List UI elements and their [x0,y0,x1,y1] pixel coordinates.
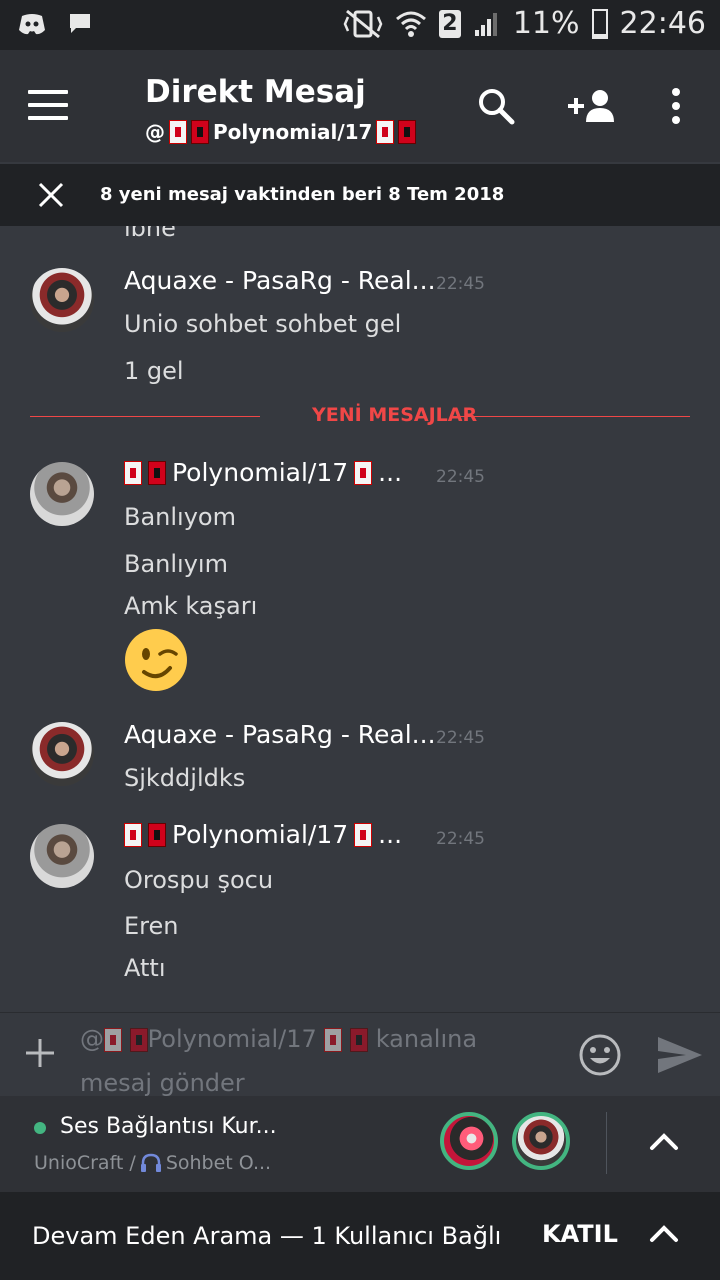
join-call-button[interactable]: KATIL [542,1220,618,1248]
send-icon[interactable] [656,1033,704,1077]
divider-label: YENİ MESAJLAR [312,404,478,426]
message-input[interactable]: @ Polynomial/17 kanalına mesaj gönder [80,1017,550,1105]
participant-avatar[interactable] [440,1112,498,1170]
divider [606,1112,607,1174]
more-icon[interactable] [656,86,696,126]
emoji-icon[interactable] [578,1033,622,1077]
playing-card-icon [104,1028,122,1052]
playing-card-icon [398,120,417,144]
winking-face-icon [125,629,187,691]
voice-channel-path: UnioCraft / Sohbet O... [34,1152,271,1174]
playing-card-icon [324,1028,343,1052]
message-text: Banlıyom [124,503,236,531]
channel-name: Sohbet O... [165,1152,272,1174]
vibrate-icon [343,9,383,38]
avatar[interactable] [30,268,94,332]
dm-recipient: @ Polynomial/17 [145,120,417,144]
message-text: Banlıyım [124,550,228,578]
author-ellipsis: ... [378,820,403,849]
playing-card-icon [376,120,395,144]
voice-connection-bar[interactable]: Ses Bağlantısı Kur... UnioCraft / Sohbet… [0,1096,720,1192]
message-text: Attı [124,954,166,982]
status-bar: 2 11% 22:46 [0,0,720,50]
message-list[interactable]: ibne Aquaxe - PasaRg - Real... 22:45 Uni… [0,226,720,1010]
message-text: 1 gel [124,357,184,385]
message-composer: @ Polynomial/17 kanalına mesaj gönder [0,1012,720,1097]
message-text: ibne [124,226,176,242]
message-timestamp: 22:45 [436,274,485,294]
playing-card-icon [124,822,142,847]
playing-card-icon [191,120,209,144]
mention-prefix: @ [145,120,165,144]
new-messages-divider: YENİ MESAJLAR [30,404,690,426]
voice-status-title: Ses Bağlantısı Kur... [60,1114,277,1139]
playing-card-icon [354,822,373,847]
connection-status-dot [34,1122,46,1134]
playing-card-icon [124,460,142,485]
headphones-icon [140,1153,161,1172]
avatar[interactable] [30,722,94,786]
new-messages-banner[interactable]: 8 yeni mesaj vaktinden beri 8 Tem 2018 [0,164,720,226]
wifi-icon [395,11,426,37]
call-status-text: Devam Eden Arama — 1 Kullanıcı Bağlı [32,1222,502,1250]
battery-percent: 11% [512,6,580,41]
placeholder-text: kanalına [375,1025,478,1053]
battery-icon [591,8,608,39]
page-title: Direkt Mesaj [145,74,366,110]
author-ellipsis: ... [378,458,403,487]
author-name: Polynomial/17 [172,820,349,849]
chevron-up-icon[interactable] [648,1222,680,1246]
recipient-name: Polynomial/17 [213,120,373,144]
clock: 22:46 [619,6,706,41]
playing-card-icon [350,1028,369,1052]
avatar[interactable] [30,824,94,888]
plus-icon[interactable] [24,1037,56,1069]
menu-icon[interactable] [28,90,68,120]
message-timestamp: 22:45 [436,728,485,748]
message-text: Orospu şocu [124,866,274,894]
message-text: Amk kaşarı [124,592,258,620]
server-name: UnioCraft / [34,1152,136,1174]
message-author[interactable]: Polynomial/17 ... [124,820,402,849]
message-author[interactable]: Aquaxe - PasaRg - Real... [124,266,436,295]
placeholder-text: mesaj gönder [80,1069,245,1097]
channel-header: Direkt Mesaj @ Polynomial/17 [0,50,720,162]
message-timestamp: 22:45 [436,829,485,849]
author-name: Polynomial/17 [172,458,349,487]
chevron-up-icon[interactable] [648,1130,680,1154]
participant-avatar[interactable] [512,1112,570,1170]
add-friend-icon[interactable] [566,86,618,126]
message-text: Eren [124,912,179,940]
message-author[interactable]: Aquaxe - PasaRg - Real... [124,720,436,749]
ongoing-call-bar[interactable]: Devam Eden Arama — 1 Kullanıcı Bağlı KAT… [0,1192,720,1280]
search-icon[interactable] [476,86,516,126]
playing-card-icon [148,822,166,847]
signal-icon [474,12,497,36]
playing-card-icon [354,460,373,485]
discord-icon [19,14,45,35]
playing-card-icon [148,460,166,485]
avatar[interactable] [30,462,94,526]
playing-card-icon [129,1028,148,1052]
banner-text: 8 yeni mesaj vaktinden beri 8 Tem 2018 [100,184,505,205]
sim-badge: 2 [438,9,461,38]
message-text: Unio sohbet sohbet gel [124,310,402,338]
chat-icon [70,14,90,33]
close-icon[interactable] [38,182,64,208]
playing-card-icon [169,120,187,144]
placeholder-text: Polynomial/17 [147,1025,317,1053]
message-timestamp: 22:45 [436,467,485,487]
message-author[interactable]: Polynomial/17 ... [124,458,402,487]
placeholder-text: @ [80,1025,104,1053]
message-text: Sjkddjldks [124,764,246,792]
